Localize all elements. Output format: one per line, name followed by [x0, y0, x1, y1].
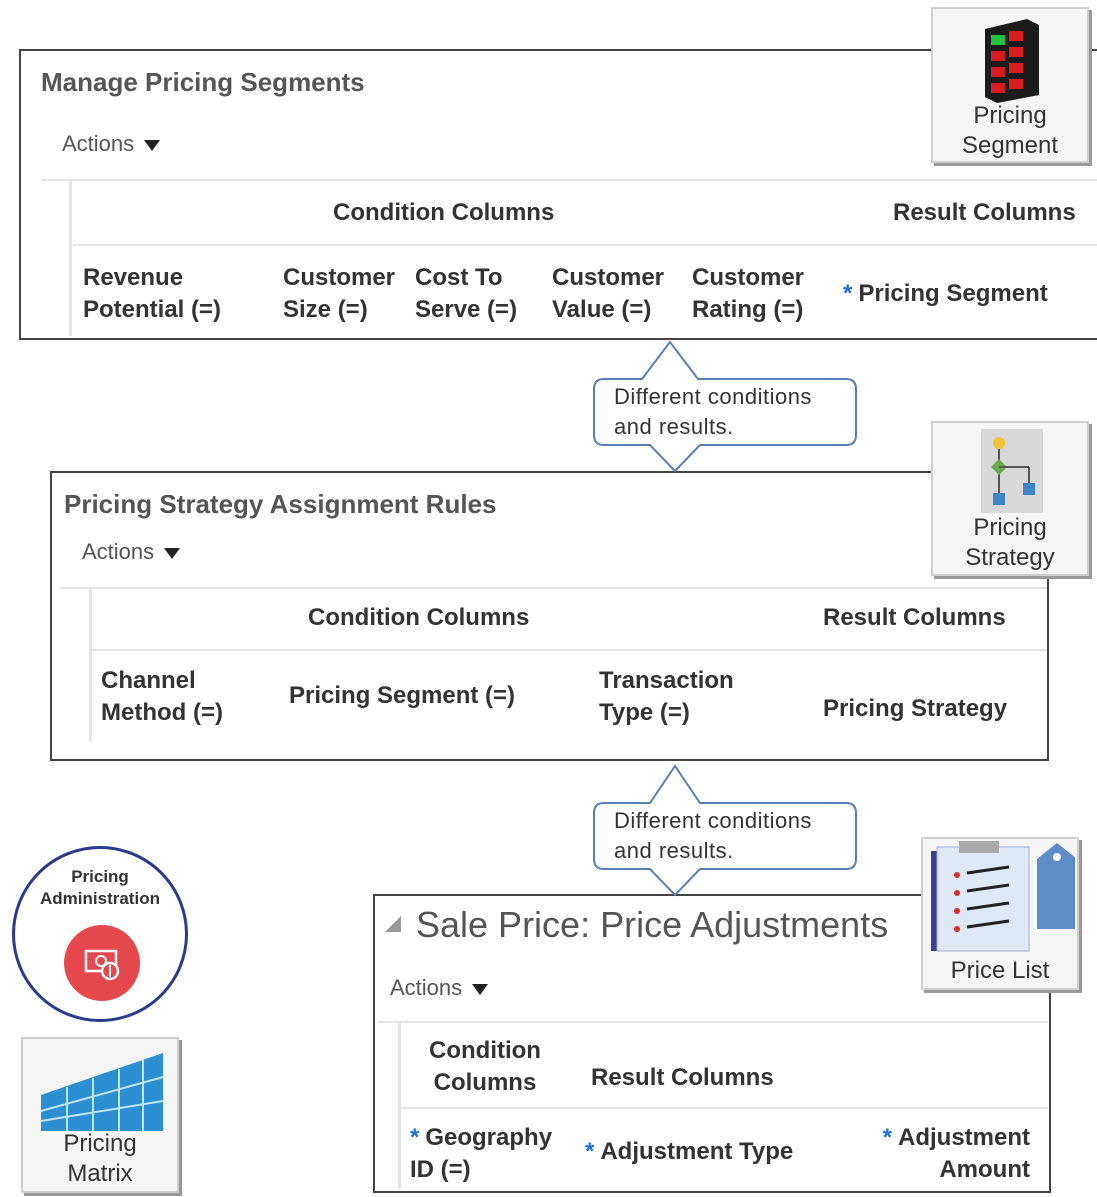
result-columns-header: Result Columns [893, 199, 1076, 226]
column-pricing-segment[interactable]: * Pricing Segment [843, 278, 1048, 310]
table-left-border [69, 181, 72, 336]
required-asterisk-icon: * [585, 1138, 595, 1165]
grid-matrix-icon [40, 1053, 164, 1131]
caret-down-icon [144, 139, 161, 151]
column-pricing-segment[interactable]: Pricing Segment (=) [289, 680, 515, 712]
tile-label-line2: Matrix [67, 1160, 133, 1187]
divider [378, 1021, 1048, 1023]
admin-emblem-icon [64, 925, 140, 1001]
column-revenue-potential[interactable]: Revenue Potential (=) [83, 262, 221, 326]
divider [401, 1107, 1048, 1109]
actions-label: Actions [390, 975, 463, 1000]
result-columns-header: Result Columns [823, 604, 1006, 631]
result-columns-header: Result Columns [591, 1064, 774, 1091]
required-asterisk-icon: * [843, 280, 853, 307]
pricing-administration-badge[interactable]: Pricing Administration [12, 846, 188, 1022]
tile-label-line1: Pricing [63, 1130, 137, 1157]
tile-label-line1: Price List [950, 957, 1050, 984]
column-customer-value[interactable]: Customer Value (=) [552, 262, 664, 326]
condition-columns-header: Condition Columns [429, 1037, 541, 1096]
pricing-segment-tile[interactable]: Pricing Segment [931, 7, 1089, 163]
collapse-triangle-icon[interactable] [385, 916, 401, 932]
flowchart-icon [981, 429, 1043, 513]
price-list-tile[interactable]: Price List [921, 837, 1079, 990]
caret-down-icon [164, 547, 181, 559]
column-adjustment-type[interactable]: * Adjustment Type [585, 1136, 793, 1168]
column-pricing-strategy[interactable]: Pricing Strategy [823, 693, 1007, 725]
callout-text-2: Different conditions and results. [614, 808, 812, 863]
panel-title: Pricing Strategy Assignment Rules [64, 489, 497, 519]
price-list-icon [931, 841, 1075, 952]
actions-label: Actions [62, 131, 135, 156]
actions-menu[interactable]: Actions [390, 975, 489, 1001]
pricing-segment-icon [985, 19, 1039, 103]
column-geography-id[interactable]: * Geography ID (=) [410, 1122, 552, 1186]
divider [92, 649, 1047, 651]
column-adjustment-amount[interactable]: * Adjustment Amount [870, 1122, 1030, 1186]
divider [41, 179, 1097, 181]
badge-label-line1: Pricing [71, 867, 129, 886]
panel-title: Sale Price: Price Adjustments [416, 904, 889, 945]
column-customer-rating[interactable]: Customer Rating (=) [692, 262, 804, 326]
tile-label-line1: Pricing [973, 102, 1047, 129]
table-left-border [89, 589, 92, 741]
column-transaction-type[interactable]: Transaction Type (=) [599, 665, 734, 729]
badge-label-line2: Administration [40, 889, 160, 908]
pricing-strategy-tile[interactable]: Pricing Strategy [931, 421, 1089, 576]
column-cost-to-serve[interactable]: Cost To Serve (=) [415, 262, 517, 326]
condition-columns-header: Condition Columns [308, 604, 530, 631]
table-left-border [398, 1023, 401, 1189]
actions-menu[interactable]: Actions [82, 539, 181, 565]
divider [60, 587, 1047, 589]
required-asterisk-icon: * [882, 1124, 892, 1151]
callout-text-1: Different conditions and results. [614, 384, 812, 439]
tile-label-line2: Segment [961, 132, 1059, 159]
column-channel-method[interactable]: Channel Method (=) [101, 665, 223, 729]
condition-columns-header: Condition Columns [333, 199, 555, 226]
required-asterisk-icon: * [410, 1124, 420, 1151]
tile-label-line2: Strategy [965, 544, 1055, 571]
pricing-strategy-assignment-rules-panel: Pricing Strategy Assignment Rules Action… [50, 471, 1049, 761]
tile-label-line1: Pricing [973, 514, 1047, 541]
column-customer-size[interactable]: Customer Size (=) [283, 262, 395, 326]
caret-down-icon [472, 983, 489, 995]
pricing-matrix-tile[interactable]: Pricing Matrix [21, 1037, 179, 1193]
divider [73, 244, 1097, 246]
actions-menu[interactable]: Actions [62, 131, 161, 157]
panel-title: Manage Pricing Segments [41, 67, 365, 97]
actions-label: Actions [82, 539, 155, 564]
